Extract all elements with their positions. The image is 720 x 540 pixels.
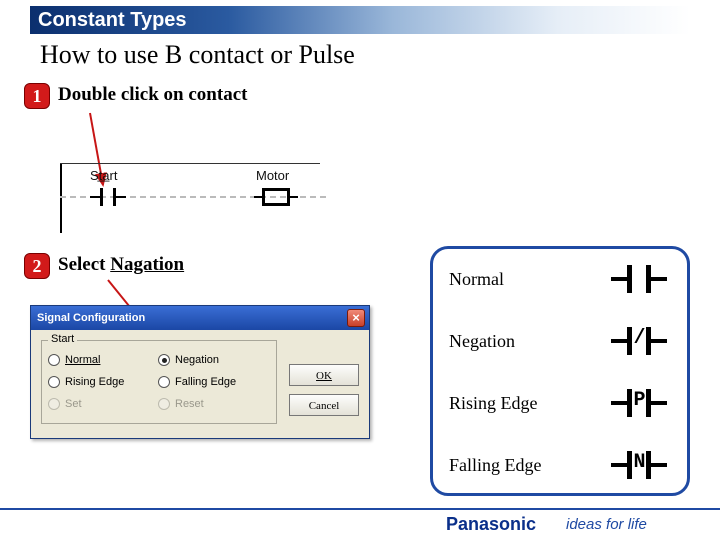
- step-1-text: Double click on contact: [58, 84, 247, 106]
- symbol-negation: /: [607, 321, 671, 361]
- symbol-falling: N: [607, 445, 671, 485]
- cancel-button[interactable]: Cancel: [289, 394, 359, 416]
- ladder-coil: [258, 188, 294, 206]
- radio-rising[interactable]: Rising Edge: [48, 371, 158, 393]
- step-2-pre: Select: [58, 254, 110, 275]
- radio-set: Set: [48, 393, 158, 415]
- dialog-titlebar[interactable]: Signal Configuration ×: [31, 306, 369, 330]
- step-2-em: Nagation: [110, 254, 184, 275]
- slide-subtitle: How to use B contact or Pulse: [40, 40, 355, 70]
- step-1-badge: 1: [24, 83, 50, 109]
- ladder-contact[interactable]: [90, 188, 126, 206]
- symbol-normal: [607, 259, 671, 299]
- signal-config-dialog: Signal Configuration × Start Normal Nega…: [30, 305, 370, 439]
- step-2-text: Select Nagation: [58, 254, 184, 276]
- symbol-rising: P: [607, 383, 671, 423]
- contact-label-start: St̲a̲rt: [90, 168, 117, 183]
- type-label: Negation: [449, 331, 515, 352]
- type-label: Rising Edge: [449, 393, 538, 414]
- brand-tagline: ideas for life: [566, 516, 647, 533]
- dialog-title: Signal Configuration: [37, 312, 145, 324]
- type-row-normal: Normal: [449, 255, 671, 309]
- close-icon[interactable]: ×: [347, 309, 365, 327]
- contact-types-panel: Normal Negation / Rising Edge P Falling …: [430, 246, 690, 496]
- ok-button[interactable]: OK: [289, 364, 359, 386]
- group-legend: Start: [48, 333, 77, 345]
- type-row-negation: Negation /: [449, 317, 671, 371]
- ladder-diagram: St̲a̲rt Motor: [60, 163, 320, 223]
- radio-normal[interactable]: Normal: [48, 349, 158, 371]
- step-2-badge: 2: [24, 253, 50, 279]
- type-row-falling: Falling Edge N: [449, 441, 671, 495]
- radio-reset: Reset: [158, 393, 268, 415]
- type-label: Falling Edge: [449, 455, 542, 476]
- footer-rule: [0, 508, 720, 510]
- slide-header: Constant Types: [30, 6, 690, 34]
- type-row-rising: Rising Edge P: [449, 379, 671, 433]
- radio-negation[interactable]: Negation: [158, 349, 268, 371]
- radio-falling[interactable]: Falling Edge: [158, 371, 268, 393]
- coil-label-motor: Motor: [256, 168, 289, 183]
- options-group: Start Normal Negation Rising Edge Fallin…: [41, 340, 277, 424]
- type-label: Normal: [449, 269, 504, 290]
- brand-logo: Panasonic: [446, 514, 536, 535]
